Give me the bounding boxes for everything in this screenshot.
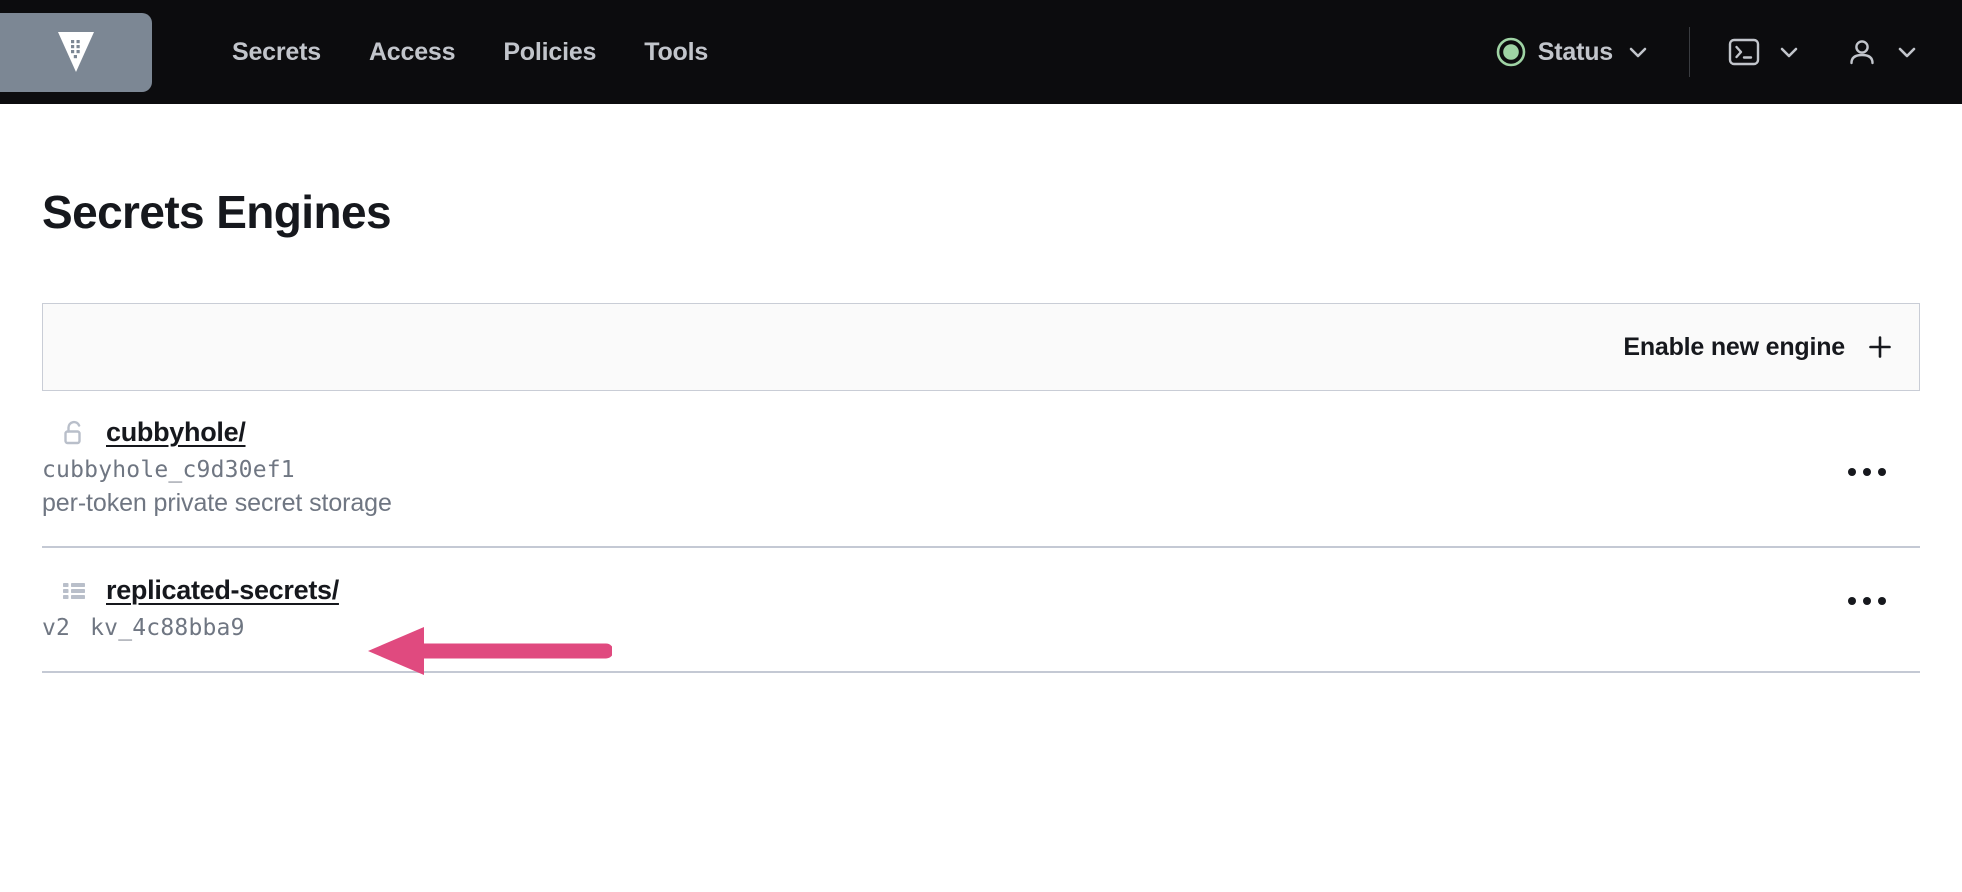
kv-list-icon (63, 582, 85, 599)
terminal-icon (1728, 38, 1760, 66)
nav-link-secrets[interactable]: Secrets (208, 38, 345, 67)
nav-link-tools[interactable]: Tools (620, 38, 732, 67)
engine-description: per-token private secret storage (42, 489, 392, 517)
row-overflow-menu-replicated-secrets[interactable] (1844, 586, 1890, 616)
status-indicator-icon (1496, 37, 1526, 67)
top-navbar: Secrets Access Policies Tools Status (0, 0, 1962, 104)
page-title: Secrets Engines (42, 186, 392, 238)
navbar-divider (1689, 27, 1690, 77)
engine-header: replicated-secrets/ (42, 575, 1920, 606)
secrets-engine-list: cubbyhole/ cubbyhole_c9d30ef1 per-token … (42, 391, 1920, 673)
vault-logo-button[interactable] (0, 12, 152, 92)
navbar-right-cluster: Status (1496, 27, 1962, 77)
engine-path-link-replicated-secrets[interactable]: replicated-secrets/ (106, 575, 339, 606)
console-toggle-button[interactable] (1728, 37, 1802, 67)
dot (1878, 597, 1886, 605)
dot (1878, 468, 1886, 476)
vault-logo-icon (58, 32, 94, 72)
unlock-icon (64, 420, 81, 444)
engine-accessor: v2 kv_4c88bba9 (42, 615, 1920, 641)
row-overflow-menu-cubbyhole[interactable] (1844, 457, 1890, 487)
dot (1863, 597, 1871, 605)
status-label: Status (1537, 37, 1613, 66)
status-menu-button[interactable]: Status (1496, 37, 1651, 67)
primary-nav: Secrets Access Policies Tools (208, 38, 732, 67)
nav-link-policies[interactable]: Policies (479, 38, 620, 67)
engine-header: cubbyhole/ (42, 417, 1920, 448)
dot (1848, 597, 1856, 605)
secrets-toolbar: Enable new engine (42, 303, 1920, 391)
engine-path-link-cubbyhole[interactable]: cubbyhole/ (106, 417, 246, 448)
table-row[interactable]: cubbyhole/ cubbyhole_c9d30ef1 per-token … (42, 391, 1920, 548)
chevron-down-icon (1898, 47, 1916, 58)
page-body: Secrets Engines Enable new engine cubbyh… (0, 104, 1962, 892)
nav-link-access[interactable]: Access (345, 38, 479, 67)
dot (1863, 468, 1871, 476)
plus-icon (1869, 336, 1891, 358)
enable-new-engine-button[interactable]: Enable new engine (1623, 333, 1919, 362)
user-menu-button[interactable] (1846, 36, 1920, 68)
user-icon (1850, 40, 1874, 65)
chevron-down-icon (1780, 47, 1798, 58)
enable-new-engine-label: Enable new engine (1623, 332, 1845, 361)
chevron-down-icon (1629, 47, 1647, 58)
table-row[interactable]: replicated-secrets/ v2 kv_4c88bba9 (42, 548, 1920, 673)
engine-accessor: cubbyhole_c9d30ef1 (42, 457, 1920, 483)
engine-version-badge: v2 (42, 615, 71, 641)
dot (1848, 468, 1856, 476)
engine-accessor-value: cubbyhole_c9d30ef1 (42, 457, 295, 483)
engine-accessor-value: kv_4c88bba9 (90, 615, 245, 641)
